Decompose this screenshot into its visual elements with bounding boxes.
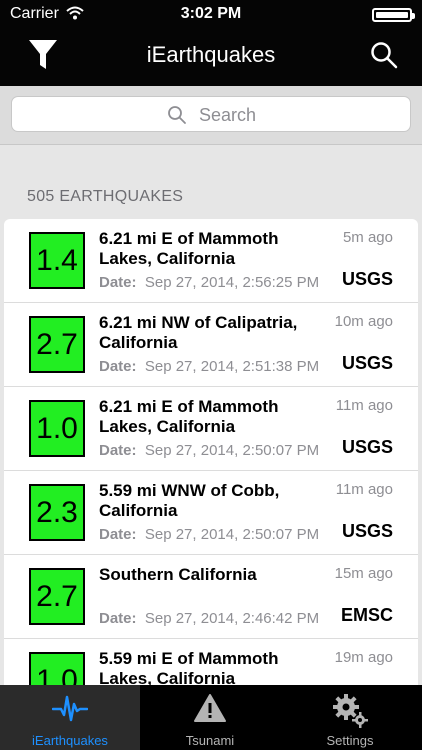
quake-date: Date: Sep 27, 2014, 2:50:07 PM xyxy=(99,442,319,459)
date-value: Sep 27, 2014, 2:50:07 PM xyxy=(144,442,320,459)
quake-time-ago: 11m ago xyxy=(335,397,393,414)
tab-settings[interactable]: Settings xyxy=(280,685,420,750)
tab-bar: iEarthquakes Tsunami Settings xyxy=(0,685,422,750)
earthquake-row[interactable]: 2.7 Southern California Date: Sep 27, 20… xyxy=(4,555,418,639)
tab-tsunami[interactable]: Tsunami xyxy=(140,685,280,750)
search-bar xyxy=(0,86,422,145)
date-label: Date: xyxy=(99,526,137,543)
date-value: Sep 27, 2014, 2:46:42 PM xyxy=(144,610,320,627)
quake-source: EMSC xyxy=(340,605,393,625)
quake-location: 5.59 mi WNW of Cobb, California xyxy=(99,481,280,520)
tab-label: Tsunami xyxy=(185,733,235,748)
quake-location: Southern California xyxy=(99,565,257,584)
seismograph-icon xyxy=(52,695,88,722)
gears-icon xyxy=(333,694,368,728)
tab-iearthquakes[interactable]: iEarthquakes xyxy=(0,685,140,750)
quake-location: 6.21 mi NW of Calipatria, California xyxy=(99,313,298,352)
earthquake-row[interactable]: 1.4 6.21 mi E of Mammoth Lakes, Californ… xyxy=(4,219,418,303)
earthquake-row[interactable]: 2.7 6.21 mi NW of Calipatria, California… xyxy=(4,303,418,387)
search-button[interactable] xyxy=(370,41,398,69)
date-label: Date: xyxy=(99,358,137,375)
magnitude-badge: 2.7 xyxy=(29,316,85,373)
magnitude-badge: 2.7 xyxy=(29,568,85,625)
quake-location: 5.59 mi E of Mammoth Lakes, California xyxy=(99,649,279,688)
quake-source: USGS xyxy=(341,437,393,457)
quake-source: USGS xyxy=(341,521,393,541)
magnitude-badge: 2.3 xyxy=(29,484,85,541)
top-bar: Carrier 3:02 PM iEarthquakes xyxy=(0,0,422,86)
search-input[interactable] xyxy=(197,101,391,129)
tab-label: Settings xyxy=(326,733,374,748)
search-field[interactable] xyxy=(11,96,411,132)
quake-date: Date: Sep 27, 2014, 2:46:42 PM xyxy=(99,610,319,627)
quake-time-ago: 19m ago xyxy=(334,649,393,666)
quake-date: Date: Sep 27, 2014, 2:56:25 PM xyxy=(99,274,319,291)
quake-time-ago: 11m ago xyxy=(335,481,393,498)
quake-source: USGS xyxy=(341,269,393,289)
battery-icon xyxy=(372,8,415,22)
search-icon xyxy=(371,42,398,69)
quake-time-ago: 15m ago xyxy=(334,565,393,582)
tab-label: iEarthquakes xyxy=(32,733,108,748)
earthquake-row[interactable]: 1.0 6.21 mi E of Mammoth Lakes, Californ… xyxy=(4,387,418,471)
earthquake-count-header: 505 EARTHQUAKES xyxy=(27,188,184,205)
quake-time-ago: 5m ago xyxy=(342,229,393,246)
search-field-icon xyxy=(168,106,186,124)
magnitude-badge: 1.0 xyxy=(29,400,85,457)
status-time: 3:02 PM xyxy=(180,5,242,22)
status-bar: Carrier 3:02 PM xyxy=(0,0,422,28)
quake-date: Date: Sep 27, 2014, 2:51:38 PM xyxy=(99,358,319,375)
quake-location: 6.21 mi E of Mammoth Lakes, California xyxy=(99,229,279,268)
quake-location: 6.21 mi E of Mammoth Lakes, California xyxy=(99,397,279,436)
date-value: Sep 27, 2014, 2:56:25 PM xyxy=(144,274,320,291)
quake-date: Date: Sep 27, 2014, 2:50:07 PM xyxy=(99,526,319,543)
magnitude-badge: 1.4 xyxy=(29,232,85,289)
date-label: Date: xyxy=(99,442,137,459)
date-label: Date: xyxy=(99,274,137,291)
warning-icon xyxy=(194,694,226,722)
quake-time-ago: 10m ago xyxy=(334,313,393,330)
earthquake-row[interactable]: 2.3 5.59 mi WNW of Cobb, California Date… xyxy=(4,471,418,555)
earthquake-list: 1.4 6.21 mi E of Mammoth Lakes, Californ… xyxy=(4,219,418,723)
date-label: Date: xyxy=(99,610,137,627)
page-title: iEarthquakes xyxy=(146,42,276,67)
date-value: Sep 27, 2014, 2:50:07 PM xyxy=(144,526,320,543)
date-value: Sep 27, 2014, 2:51:38 PM xyxy=(144,358,320,375)
quake-source: USGS xyxy=(341,353,393,373)
